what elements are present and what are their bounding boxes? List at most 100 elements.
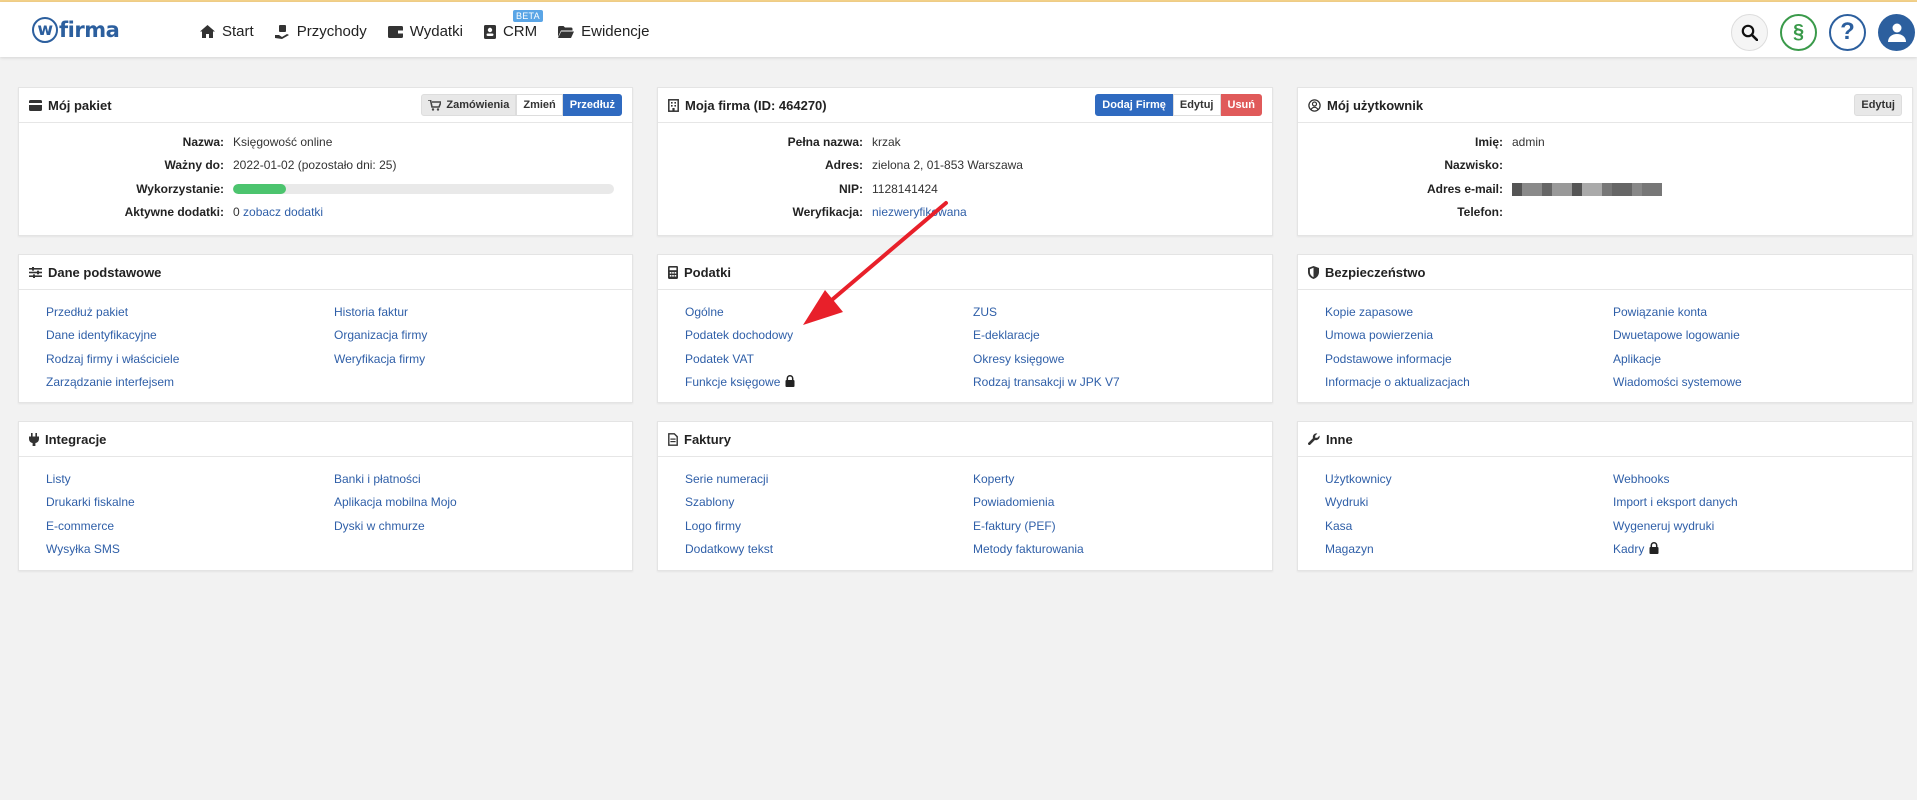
see-addons-link[interactable]: zobacz dodatki: [243, 205, 323, 219]
panel-invoices: Faktury Serie numeracji Szablony Logo fi…: [657, 421, 1273, 571]
edit-user-button[interactable]: Edytuj: [1854, 94, 1902, 116]
legal-button[interactable]: §: [1780, 13, 1817, 51]
link-system-messages[interactable]: Wiadomości systemowe: [1613, 375, 1742, 389]
panel-basic-data: Dane podstawowe Przedłuż pakiet Dane ide…: [18, 254, 633, 403]
company-verification-key: Weryfikacja:: [792, 205, 863, 219]
link-fiscal-printers[interactable]: Drukarki fiskalne: [46, 495, 135, 509]
panel-header: Moja firma (ID: 464270) Dodaj Firmę Edyt…: [658, 88, 1272, 123]
link-company-type-owners[interactable]: Rodzaj firmy i właściciele: [46, 352, 179, 366]
link-identification-data[interactable]: Dane identyfikacyjne: [46, 328, 157, 342]
search-button[interactable]: [1731, 13, 1768, 51]
link-basic-info[interactable]: Podstawowe informacje: [1325, 352, 1452, 366]
nav-start-label: Start: [222, 23, 254, 40]
invoice-document-icon: [668, 432, 678, 446]
user-circle-icon: [1308, 98, 1321, 112]
user-menu-button[interactable]: [1878, 13, 1915, 51]
link-accounting-functions[interactable]: Funkcje księgowe: [685, 375, 795, 389]
link-lists[interactable]: Listy: [46, 472, 71, 486]
nav-expenses[interactable]: Wydatki: [387, 23, 463, 40]
link-update-info[interactable]: Informacje o aktualizacjach: [1325, 375, 1470, 389]
unverified-link[interactable]: niezweryfikowana: [872, 205, 967, 219]
nav-start[interactable]: Start: [200, 23, 254, 40]
link-two-step-login[interactable]: Dwuetapowe logowanie: [1613, 328, 1740, 342]
link-warehouse[interactable]: Magazyn: [1325, 542, 1374, 556]
user-row-email: Adres e-mail:: [1298, 181, 1662, 197]
hr-label: Kadry: [1613, 542, 1645, 556]
link-applications[interactable]: Aplikacje: [1613, 352, 1661, 366]
building-icon: [668, 98, 679, 112]
company-fullname-value: krzak: [872, 135, 901, 149]
package-row-addons: Aktywne dodatki: 0 zobacz dodatki: [19, 204, 323, 220]
link-templates[interactable]: Szablony: [685, 495, 734, 509]
company-address-value: zielona 2, 01-853 Warszawa: [872, 158, 1023, 172]
link-invoicing-methods[interactable]: Metody fakturowania: [973, 542, 1084, 556]
panel-header: Bezpieczeństwo: [1298, 255, 1912, 290]
package-valid-key: Ważny do:: [164, 158, 224, 172]
company-nip-key: NIP:: [839, 182, 863, 196]
link-notifications[interactable]: Powiadomienia: [973, 495, 1054, 509]
link-webhooks[interactable]: Webhooks: [1613, 472, 1669, 486]
link-users[interactable]: Użytkownicy: [1325, 472, 1392, 486]
link-banks-payments[interactable]: Banki i płatności: [334, 472, 421, 486]
link-jpk-transaction-type[interactable]: Rodzaj transakcji w JPK V7: [973, 375, 1120, 389]
link-additional-text[interactable]: Dodatkowy tekst: [685, 542, 773, 556]
company-actions: Dodaj Firmę Edytuj Usuń: [1095, 94, 1262, 116]
card-icon: [29, 99, 42, 111]
panel-title: Mój pakiet: [48, 97, 112, 113]
company-nip-value: 1128141424: [872, 182, 938, 196]
link-interface-management[interactable]: Zarządzanie interfejsem: [46, 375, 174, 389]
user-firstname-value: admin: [1512, 135, 1545, 149]
accounting-functions-label: Funkcje księgowe: [685, 375, 781, 389]
link-general[interactable]: Ogólne: [685, 305, 724, 319]
link-entrustment-agreement[interactable]: Umowa powierzenia: [1325, 328, 1433, 342]
link-e-invoices-pef[interactable]: E-faktury (PEF): [973, 519, 1056, 533]
nav-income[interactable]: Przychody: [274, 23, 367, 40]
link-numbering-series[interactable]: Serie numeracji: [685, 472, 768, 486]
edit-company-button[interactable]: Edytuj: [1172, 94, 1221, 116]
help-button[interactable]: ?: [1829, 13, 1866, 51]
panel-header: Dane podstawowe: [19, 255, 632, 290]
link-e-declarations[interactable]: E-deklaracje: [973, 328, 1040, 342]
link-zus[interactable]: ZUS: [973, 305, 997, 319]
nav-expenses-label: Wydatki: [409, 23, 463, 40]
link-hr[interactable]: Kadry: [1613, 542, 1659, 556]
link-company-logo[interactable]: Logo firmy: [685, 519, 741, 533]
link-e-commerce[interactable]: E-commerce: [46, 519, 114, 533]
brand-logo[interactable]: w firma: [32, 14, 120, 46]
orders-button[interactable]: Zamówienia: [421, 94, 517, 116]
package-valid-value: 2022-01-02 (pozostało dni: 25): [233, 158, 397, 172]
folder-open-icon: [558, 25, 575, 38]
link-data-import-export[interactable]: Import i eksport danych: [1613, 495, 1738, 509]
link-company-organization[interactable]: Organizacja firmy: [334, 328, 427, 342]
package-row-name: Nazwa: Księgowość online: [19, 134, 333, 150]
panel-integrations: Integracje Listy Drukarki fiskalne E-com…: [18, 421, 633, 571]
link-vat-tax[interactable]: Podatek VAT: [685, 352, 754, 366]
nav-crm[interactable]: CRM BETA: [483, 10, 543, 40]
panel-title: Inne: [1326, 431, 1353, 447]
link-accounting-periods[interactable]: Okresy księgowe: [973, 352, 1064, 366]
link-cloud-drives[interactable]: Dyski w chmurze: [334, 519, 425, 533]
link-company-verification[interactable]: Weryfikacja firmy: [334, 352, 425, 366]
link-cash-register[interactable]: Kasa: [1325, 519, 1352, 533]
link-printouts[interactable]: Wydruki: [1325, 495, 1368, 509]
link-income-tax[interactable]: Podatek dochodowy: [685, 328, 793, 342]
package-actions: Zamówienia Zmień Przedłuż: [421, 94, 622, 116]
delete-company-button[interactable]: Usuń: [1220, 94, 1262, 116]
link-mojo-mobile-app[interactable]: Aplikacja mobilna Mojo: [334, 495, 457, 509]
extend-button[interactable]: Przedłuż: [562, 94, 622, 116]
link-sms-sending[interactable]: Wysyłka SMS: [46, 542, 120, 556]
panel-header: Podatki: [658, 255, 1272, 290]
link-backups[interactable]: Kopie zapasowe: [1325, 305, 1413, 319]
link-extend-package[interactable]: Przedłuż pakiet: [46, 305, 128, 319]
link-invoice-history[interactable]: Historia faktur: [334, 305, 408, 319]
add-company-button[interactable]: Dodaj Firmę: [1095, 94, 1173, 116]
nav-records-label: Ewidencje: [581, 23, 650, 40]
panel-taxes: Podatki Ogólne Podatek dochodowy Podatek…: [657, 254, 1273, 403]
link-envelopes[interactable]: Koperty: [973, 472, 1014, 486]
link-generate-printouts[interactable]: Wygeneruj wydruki: [1613, 519, 1714, 533]
change-button[interactable]: Zmień: [516, 94, 563, 116]
link-account-linking[interactable]: Powiązanie konta: [1613, 305, 1707, 319]
nav-records[interactable]: Ewidencje: [558, 23, 649, 40]
panel-header: Mój pakiet Zamówienia Zmień Przedłuż: [19, 88, 632, 123]
company-fullname-key: Pełna nazwa:: [787, 135, 863, 149]
